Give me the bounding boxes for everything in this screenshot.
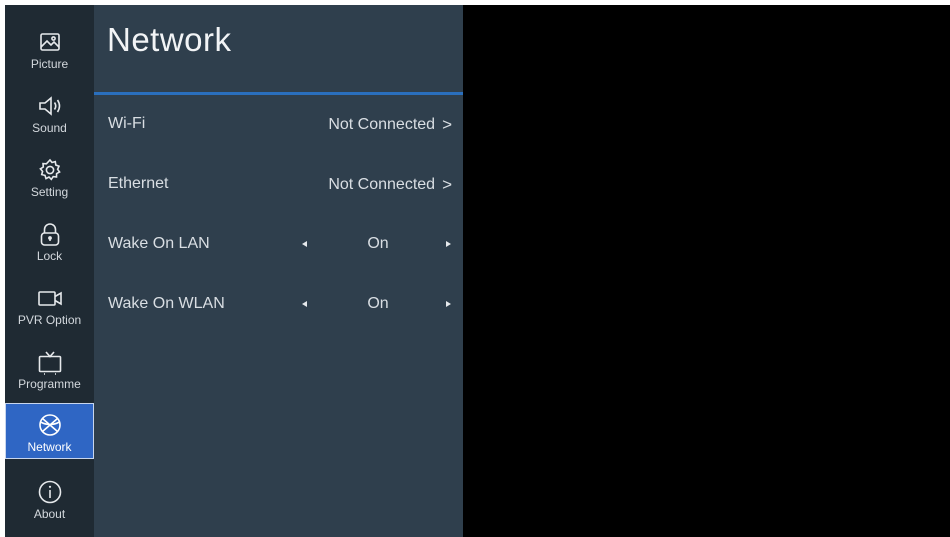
arrow-right-icon[interactable] bbox=[446, 301, 451, 307]
sidebar-item-label: Programme bbox=[18, 377, 81, 391]
lock-icon bbox=[40, 223, 59, 246]
sidebar-item-lock[interactable]: Lock bbox=[5, 213, 94, 271]
ethernet-status: Not Connected bbox=[328, 176, 436, 193]
wifi-row[interactable]: Wi-Fi Not Connected > bbox=[94, 105, 463, 145]
sidebar-item-pvr-option[interactable]: PVR Option bbox=[5, 277, 94, 335]
wifi-status: Not Connected bbox=[328, 116, 436, 133]
wake-on-wlan-value: On bbox=[367, 295, 389, 312]
sidebar-item-sound[interactable]: Sound bbox=[5, 85, 94, 143]
wake-on-lan-value: On bbox=[367, 235, 389, 252]
sidebar-item-about[interactable]: About bbox=[5, 471, 94, 529]
chevron-right-icon: > bbox=[442, 175, 452, 194]
tv-screen: Picture Sound Setting Lock PVR Option Pr… bbox=[5, 5, 950, 537]
arrow-right-icon[interactable] bbox=[446, 241, 451, 247]
sidebar-item-label: Picture bbox=[30, 57, 69, 71]
sidebar-item-programme[interactable]: Programme bbox=[5, 341, 94, 399]
arrow-left-icon[interactable] bbox=[302, 241, 307, 247]
speaker-icon bbox=[38, 96, 60, 116]
sidebar-item-label: PVR Option bbox=[17, 313, 82, 327]
sidebar-item-network[interactable]: Network bbox=[5, 403, 94, 459]
gear-icon bbox=[38, 158, 61, 181]
chevron-right-icon: > bbox=[442, 115, 452, 134]
wake-on-lan-row[interactable]: Wake On LAN On bbox=[94, 225, 463, 265]
sidebar: Picture Sound Setting Lock PVR Option Pr… bbox=[5, 5, 94, 537]
sidebar-item-label: Lock bbox=[36, 249, 63, 263]
tv-icon bbox=[38, 351, 61, 375]
sidebar-item-setting[interactable]: Setting bbox=[5, 149, 94, 207]
title-divider bbox=[94, 92, 463, 95]
page-title: Network bbox=[107, 21, 232, 58]
globe-icon bbox=[38, 414, 61, 436]
ethernet-row[interactable]: Ethernet Not Connected > bbox=[94, 165, 463, 205]
ethernet-label: Ethernet bbox=[108, 175, 169, 192]
sidebar-item-label: Sound bbox=[32, 121, 67, 135]
video-camera-icon bbox=[37, 291, 62, 306]
arrow-left-icon[interactable] bbox=[302, 301, 307, 307]
sidebar-item-label: Network bbox=[27, 440, 72, 454]
picture-icon bbox=[39, 33, 60, 51]
wake-on-wlan-label: Wake On WLAN bbox=[108, 295, 225, 312]
network-settings-panel: Network Wi-Fi Not Connected > Ethernet N… bbox=[94, 5, 463, 537]
sidebar-item-label: About bbox=[33, 507, 66, 521]
wake-on-wlan-row[interactable]: Wake On WLAN On bbox=[94, 285, 463, 325]
sidebar-item-picture[interactable]: Picture bbox=[5, 21, 94, 79]
wifi-label: Wi-Fi bbox=[108, 115, 146, 132]
wake-on-lan-label: Wake On LAN bbox=[108, 235, 210, 252]
sidebar-item-label: Setting bbox=[30, 185, 69, 199]
info-icon bbox=[38, 480, 61, 504]
